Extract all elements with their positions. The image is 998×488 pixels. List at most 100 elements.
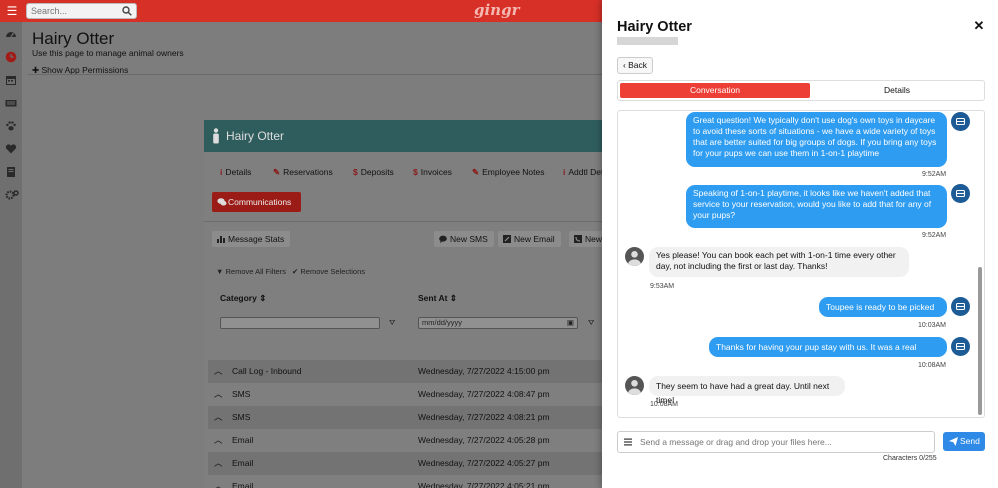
tab-invoices[interactable]: $ Invoices [413,162,452,182]
calendar-icon[interactable]: ▣ [567,318,574,328]
search-icon[interactable] [122,6,132,16]
menu-icon[interactable] [624,438,632,446]
message-bubble-outgoing: Toupee is ready to be picked up! [819,297,947,326]
category-filter-input[interactable] [220,317,380,329]
sort-icon: ⇕ [449,293,457,303]
comments-icon [217,198,227,206]
conversation-panel[interactable]: Great question! We typically don't use d… [617,110,985,418]
paper-plane-icon [949,437,958,446]
owner-card: Hairy Otter i Details ✎ Reservations $ Depo… [204,120,608,488]
search-input[interactable] [27,4,117,18]
message-stats-button[interactable]: Message Stats [212,231,291,247]
filter-icon[interactable]: ⛛ [389,318,397,330]
pencil-square-icon [503,235,511,243]
tab-deposits[interactable]: $ Deposits [353,162,394,182]
owner-card-header: Hairy Otter [204,120,602,152]
new-call-button[interactable]: New Call F [569,231,602,247]
expand-chevron-icon[interactable]: ︿ [214,475,223,488]
search-box [26,3,137,19]
message-bubble-outgoing: Thanks for having your pup stay with us.… [709,337,947,366]
expand-chevron-icon[interactable]: ︿ [214,383,223,406]
sent-at-date-input[interactable]: mm/dd/yyyy ▣ [418,317,578,329]
column-header-sent-at[interactable]: Sent At ⇕ [418,293,457,304]
message-bubble-outgoing: Speaking of 1-on-1 playtime, it looks li… [686,185,947,228]
divider [204,221,602,222]
chat-icon [439,235,447,243]
message-bubble-incoming: They seem to have had a great day. Until… [649,376,845,405]
inbox-icon [956,117,965,126]
person-icon [213,128,219,144]
expand-chevron-icon[interactable]: ︿ [214,360,223,383]
left-nav-rail [0,22,22,488]
settings-icon[interactable] [5,189,19,201]
inbox-icon [956,189,965,198]
filter-icon[interactable]: ⛛ [588,318,598,330]
remove-selections-link[interactable]: ✔ Remove Selections [292,267,365,276]
divider [28,74,602,75]
table-row[interactable]: ︿ Email Wednesday, 7/27/2022 4:05:21 pm [208,475,602,488]
new-email-button[interactable]: New Email [498,231,561,247]
expand-chevron-icon[interactable]: ︿ [214,452,223,475]
new-sms-button[interactable]: New SMS [434,231,494,247]
bot-avatar [951,297,970,316]
drawer-tabs: Conversation Details [617,80,985,101]
phone-square-icon [574,235,582,243]
keyboard-icon[interactable] [5,97,17,109]
message-time: 10:08AM [918,362,947,369]
contact-avatar [625,247,644,266]
tab-conversation[interactable]: Conversation [620,83,810,98]
filter-icon: ▼ [216,267,226,276]
hamburger-icon[interactable]: ☰ [4,3,20,19]
message-time: 10:03AM [918,322,947,329]
tab-reservations[interactable]: ✎ Reservations [273,162,333,182]
tab-details[interactable]: i Details [220,162,251,182]
table-row[interactable]: ︿ Email Wednesday, 7/27/2022 4:05:28 pm [208,429,602,452]
character-count: Characters 0/255 [883,455,937,462]
scrollbar-thumb[interactable] [978,267,982,415]
expand-chevron-icon[interactable]: ︿ [214,406,223,429]
back-button[interactable]: ‹ Back [617,57,653,74]
table-row[interactable]: ︿ Email Wednesday, 7/27/2022 4:05:27 pm [208,452,602,475]
message-input[interactable] [640,435,930,449]
table-row[interactable]: ︿ SMS Wednesday, 7/27/2022 4:08:47 pm [208,383,602,406]
table-row[interactable]: ︿ SMS Wednesday, 7/27/2022 4:08:21 pm [208,406,602,429]
message-bubble-incoming: Yes please! You can book each pet with 1… [649,247,909,277]
bot-avatar [951,112,970,131]
drawer-title: Hairy Otter [617,19,692,35]
communications-button[interactable]: Communications [212,192,301,212]
heart-icon[interactable] [5,143,17,155]
clock-icon[interactable] [5,51,17,63]
page-title: Hairy Otter [32,29,115,48]
table-row[interactable]: ︿ Call Log - Inbound Wednesday, 7/27/2022 … [208,360,602,383]
owner-name: Hairy Otter [226,129,285,143]
message-time: 9:53AM [650,283,675,290]
page-subtitle: Use this page to manage animal owners [32,48,184,58]
conversation-drawer: Hairy Otter ✕ ‹ Back Conversation Detail… [602,0,998,488]
remove-filters-link[interactable]: ▼ Remove All Filters [216,267,286,276]
tab-employee-notes[interactable]: ✎ Employee Notes [472,162,545,182]
tab-details[interactable]: Details [812,83,982,98]
contact-avatar [625,376,644,395]
dashboard-icon[interactable] [5,28,17,40]
message-bubble-outgoing: Great question! We typically don't use d… [686,112,947,167]
message-composer [617,431,935,453]
user-icon [628,380,641,395]
bot-avatar [951,337,970,356]
redacted-contact [617,37,678,45]
bar-chart-icon [217,236,225,243]
expand-chevron-icon[interactable]: ︿ [214,429,223,452]
message-time: 10:08AM [650,401,679,408]
owner-page: Hairy Otter Use this page to manage anim… [22,22,608,488]
column-header-category[interactable]: Category ⇕ [220,293,266,304]
sort-icon: ⇕ [259,293,267,303]
calendar-icon[interactable] [5,74,17,86]
send-button[interactable]: Send [943,432,985,451]
close-icon[interactable]: ✕ [973,19,985,32]
user-icon [628,251,641,266]
inbox-icon [956,302,965,311]
book-icon[interactable] [5,166,17,178]
paw-icon[interactable] [5,120,17,132]
message-time: 9:52AM [922,171,947,178]
bot-avatar [951,184,970,203]
gingr-logo[interactable]: gingr [474,1,519,19]
